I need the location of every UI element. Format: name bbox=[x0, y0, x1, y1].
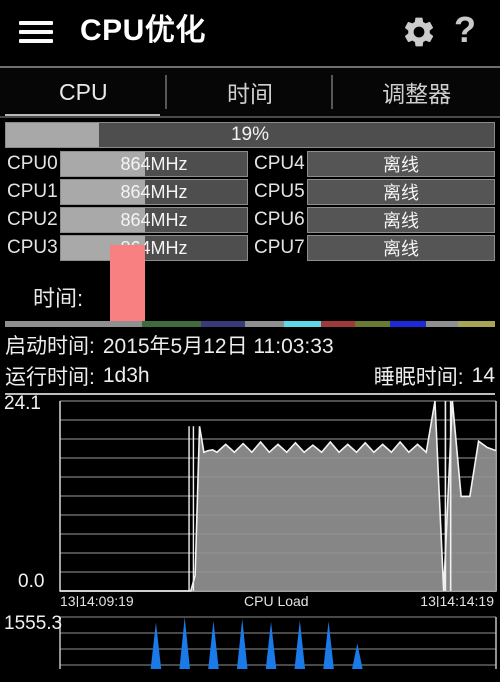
cpu-core-value: 864MHz bbox=[120, 209, 188, 230]
time-segment bbox=[5, 321, 143, 327]
cpu-core-meter: 864MHz bbox=[60, 235, 248, 261]
cpu-core-meter: 离线 bbox=[307, 235, 495, 261]
page-title: CPU优化 bbox=[80, 14, 206, 47]
tab-time[interactable]: 时间 bbox=[167, 68, 334, 116]
cpu-load-ymax-label: 24.1 bbox=[4, 393, 41, 414]
cpu-load-chart[interactable]: 24.1 0.0 13|14:09:19 CPU Load 13|14:14:1… bbox=[0, 393, 500, 609]
cpu-core-value: 离线 bbox=[383, 183, 419, 203]
time-segment bbox=[426, 321, 459, 327]
boot-time-value: 2015年5月12日 11:03:33 bbox=[102, 334, 334, 358]
cpu-core-label: CPU1 bbox=[7, 181, 58, 202]
freq-ymax-label: 1555.3 bbox=[4, 613, 63, 634]
time-segment bbox=[321, 321, 356, 327]
cpu-core-label: CPU4 bbox=[254, 153, 305, 174]
cpu-core-label: CPU7 bbox=[254, 237, 305, 258]
tab-cpu-label: CPU bbox=[59, 78, 108, 105]
cpu-core-label: CPU0 bbox=[7, 153, 58, 174]
cpu-tuner-app: CPU优化 ? CPU 时间 调整器 19% CPU0 864MHz CPU4 … bbox=[0, 0, 500, 682]
cpu-core-row: CPU2 864MHz CPU6 离线 bbox=[5, 207, 495, 233]
action-bar: CPU优化 ? bbox=[0, 0, 500, 66]
cpu-core-value: 离线 bbox=[383, 155, 419, 175]
cpu-core-meter: 离线 bbox=[307, 207, 495, 233]
hamburger-menu-icon[interactable] bbox=[19, 17, 53, 47]
uptime-row: 运行时间: 1d3h 睡眠时间: 14 bbox=[5, 360, 495, 391]
cpu-core-label: CPU6 bbox=[254, 209, 305, 230]
time-marker-bar bbox=[110, 245, 145, 323]
time-segment bbox=[245, 321, 285, 327]
tab-governor[interactable]: 调整器 bbox=[333, 68, 500, 116]
boot-time-row: 启动时间: 2015年5月12日 11:03:33 bbox=[5, 329, 495, 360]
overall-cpu-usage-label: 19% bbox=[230, 124, 270, 145]
boot-time-label: 启动时间: bbox=[5, 334, 95, 358]
cpu-core-cell[interactable]: CPU7 离线 bbox=[252, 235, 495, 261]
time-segment bbox=[284, 321, 322, 327]
tab-cpu[interactable]: CPU bbox=[0, 68, 167, 116]
sleep-time-label: 睡眠时间: bbox=[373, 365, 464, 389]
cpu-core-cell[interactable]: CPU1 864MHz bbox=[5, 179, 248, 205]
sleep-time-value: 14 bbox=[471, 363, 495, 387]
cpu-core-grid: CPU0 864MHz CPU4 离线 CPU1 864MHz CPU5 离线 CPU2 864M… bbox=[5, 151, 495, 261]
cpu-core-value: 864MHz bbox=[120, 153, 188, 174]
cpu-core-row: CPU3 864MHz CPU7 离线 bbox=[5, 235, 495, 261]
tab-bar-bottom-rule bbox=[0, 116, 500, 118]
cpu-core-label: CPU2 bbox=[7, 209, 58, 230]
gear-icon[interactable] bbox=[401, 14, 437, 50]
cpu-core-label: CPU5 bbox=[254, 181, 305, 202]
time-section-label: 时间: bbox=[33, 286, 84, 311]
tab-governor-label: 调整器 bbox=[382, 81, 452, 107]
cpu-core-row: CPU1 864MHz CPU5 离线 bbox=[5, 179, 495, 205]
sleep-time-group: 睡眠时间: 14 bbox=[374, 360, 495, 391]
cpu-core-label: CPU3 bbox=[7, 237, 58, 258]
cpu-core-cell[interactable]: CPU6 离线 bbox=[252, 207, 495, 233]
cpu-core-meter: 离线 bbox=[307, 151, 495, 177]
tab-time-label: 时间 bbox=[227, 81, 273, 107]
cpu-core-value: 离线 bbox=[383, 239, 419, 259]
time-segment bbox=[458, 321, 495, 327]
cpu-core-meter: 864MHz bbox=[60, 151, 248, 177]
cpu-core-value: 864MHz bbox=[120, 237, 188, 258]
cpu-core-value: 864MHz bbox=[120, 181, 188, 202]
time-segment bbox=[389, 321, 427, 327]
system-info: 启动时间: 2015年5月12日 11:03:33 运行时间: 1d3h 睡眠时… bbox=[5, 329, 495, 391]
time-segment bbox=[201, 321, 246, 327]
question-mark-icon[interactable]: ? bbox=[448, 8, 482, 52]
time-segment bbox=[355, 321, 390, 327]
cpu-core-meter: 864MHz bbox=[60, 179, 248, 205]
cpu-frequency-chart[interactable]: 1555.3 bbox=[0, 607, 500, 669]
cpu-core-value: 离线 bbox=[383, 211, 419, 231]
cpu-core-meter: 离线 bbox=[307, 179, 495, 205]
time-section: 时间: bbox=[5, 245, 495, 327]
cpu-core-cell[interactable]: CPU0 864MHz bbox=[5, 151, 248, 177]
cpu-core-cell[interactable]: CPU2 864MHz bbox=[5, 207, 248, 233]
uptime-value: 1d3h bbox=[102, 363, 150, 387]
tab-bar: CPU 时间 调整器 bbox=[0, 66, 500, 118]
uptime-label: 运行时间: bbox=[5, 365, 95, 389]
time-segment bbox=[142, 321, 201, 327]
cpu-core-cell[interactable]: CPU4 离线 bbox=[252, 151, 495, 177]
cpu-core-meter: 864MHz bbox=[60, 207, 248, 233]
cpu-core-row: CPU0 864MHz CPU4 离线 bbox=[5, 151, 495, 177]
cpu-core-cell[interactable]: CPU5 离线 bbox=[252, 179, 495, 205]
overall-cpu-usage-bar: 19% bbox=[5, 122, 495, 148]
time-segment-strip bbox=[5, 321, 495, 327]
cpu-load-ymin-label: 0.0 bbox=[18, 571, 45, 592]
